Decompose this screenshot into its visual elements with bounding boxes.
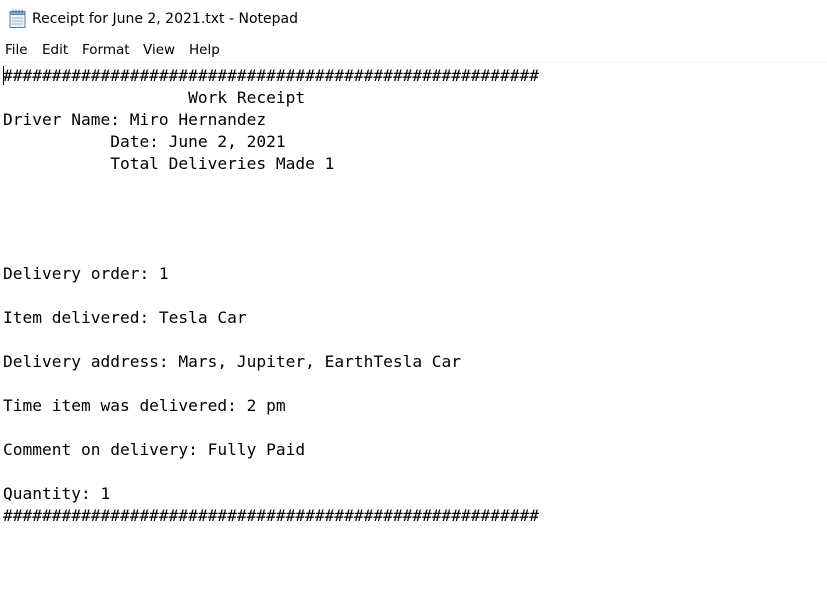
text-caret xyxy=(3,66,4,85)
menu-view[interactable]: View xyxy=(143,41,175,59)
menu-bar: File Edit Format View Help xyxy=(0,38,827,63)
document-text[interactable]: ########################################… xyxy=(3,65,539,527)
text-editor-area[interactable]: ########################################… xyxy=(0,63,827,590)
menu-format[interactable]: Format xyxy=(82,41,130,59)
menu-file[interactable]: File xyxy=(5,41,28,59)
window-title: Receipt for June 2, 2021.txt - Notepad xyxy=(32,11,298,27)
notepad-icon xyxy=(9,9,26,28)
notepad-window: Receipt for June 2, 2021.txt - Notepad F… xyxy=(0,0,827,590)
title-bar[interactable]: Receipt for June 2, 2021.txt - Notepad xyxy=(0,0,827,38)
menu-help[interactable]: Help xyxy=(189,41,220,59)
menu-edit[interactable]: Edit xyxy=(42,41,68,59)
